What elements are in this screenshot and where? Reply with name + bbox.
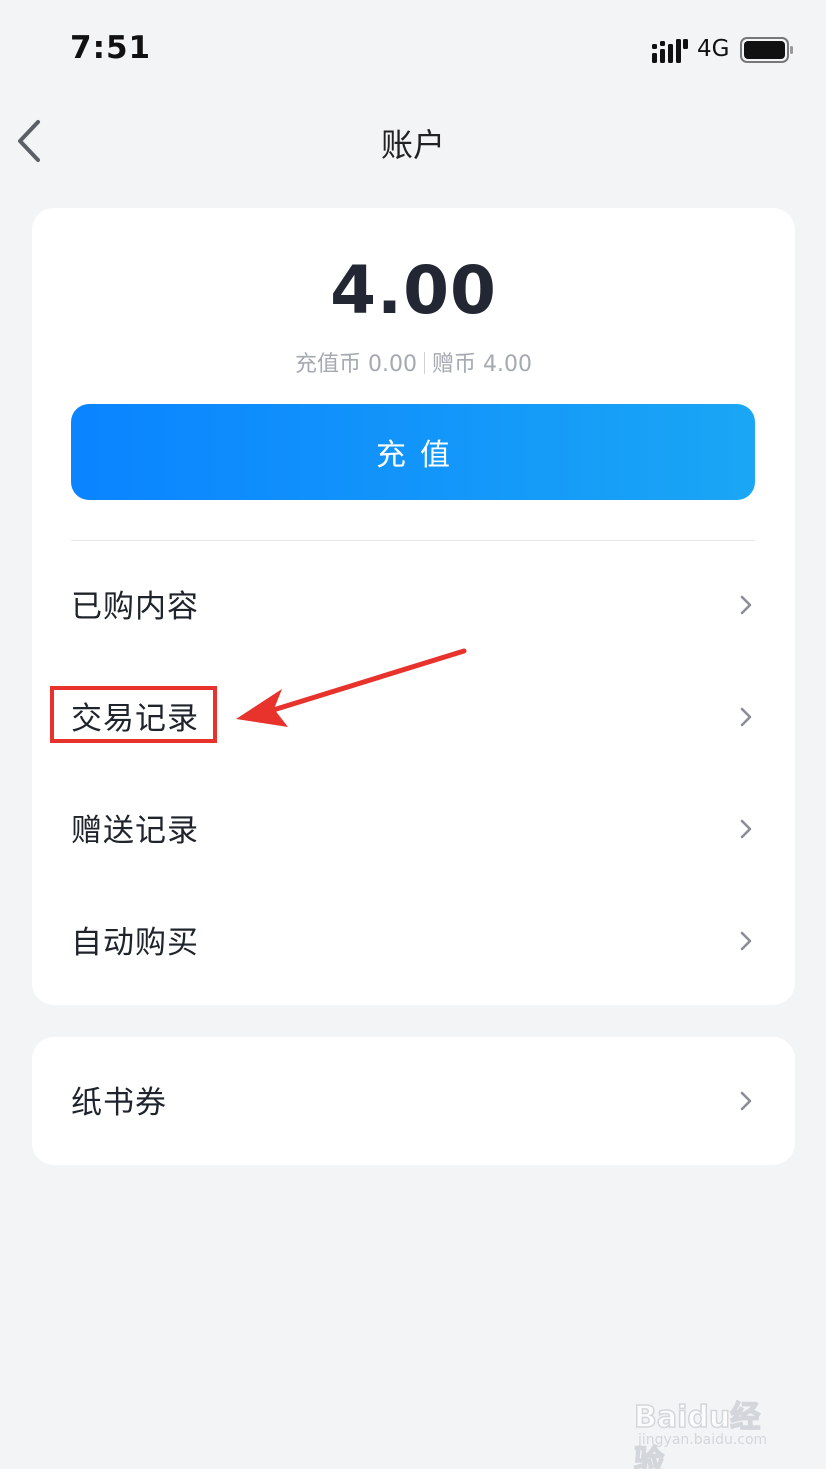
annotation-arrow-icon <box>236 648 467 727</box>
watermark-brand: Baidu经验 <box>633 1399 761 1469</box>
menu-item-label: 纸书券 <box>71 1085 167 1121</box>
balance-breakdown: 充值币 0.00 赠币 4.00 <box>32 346 795 378</box>
divider <box>71 540 755 541</box>
voucher-card: 纸书券 <box>32 1037 795 1165</box>
chevron-right-icon <box>740 707 752 727</box>
separator <box>424 352 425 374</box>
chevron-right-icon <box>740 1091 752 1111</box>
network-type: 4G <box>697 36 730 62</box>
balance-amount: 4.00 <box>330 252 497 329</box>
status-bar: 7:51 4G <box>0 0 826 100</box>
page-title: 账户 <box>380 126 445 164</box>
menu-item-label: 赠送记录 <box>71 813 199 849</box>
annotation-highlight-box <box>50 686 217 743</box>
recharge-coins: 充值币 0.00 <box>295 352 417 377</box>
battery-icon <box>740 37 793 63</box>
status-time: 7:51 <box>70 30 152 66</box>
account-card: 4.00 充值币 0.00 赠币 4.00 充值 已购内容 交易记录 赠送记录 自… <box>32 208 795 1005</box>
baidu-watermark: Baidu经验 jingyan.baidu.com <box>630 1378 790 1469</box>
menu-item-gift-records[interactable]: 赠送记录 <box>32 773 795 885</box>
menu-item-label: 自动购买 <box>71 925 199 961</box>
recharge-button[interactable]: 充值 <box>71 404 755 500</box>
chevron-right-icon <box>740 931 752 951</box>
signal-icon <box>652 39 688 63</box>
nav-bar: 账户 <box>0 100 826 184</box>
gift-coins: 赠币 4.00 <box>432 352 532 377</box>
chevron-right-icon <box>740 819 752 839</box>
menu-item-auto-purchase[interactable]: 自动购买 <box>32 885 795 997</box>
watermark-url: jingyan.baidu.com <box>638 1432 768 1448</box>
menu-item-label: 已购内容 <box>71 589 199 625</box>
chevron-right-icon <box>740 595 752 615</box>
menu-item-paper-book-voucher[interactable]: 纸书券 <box>32 1045 795 1157</box>
